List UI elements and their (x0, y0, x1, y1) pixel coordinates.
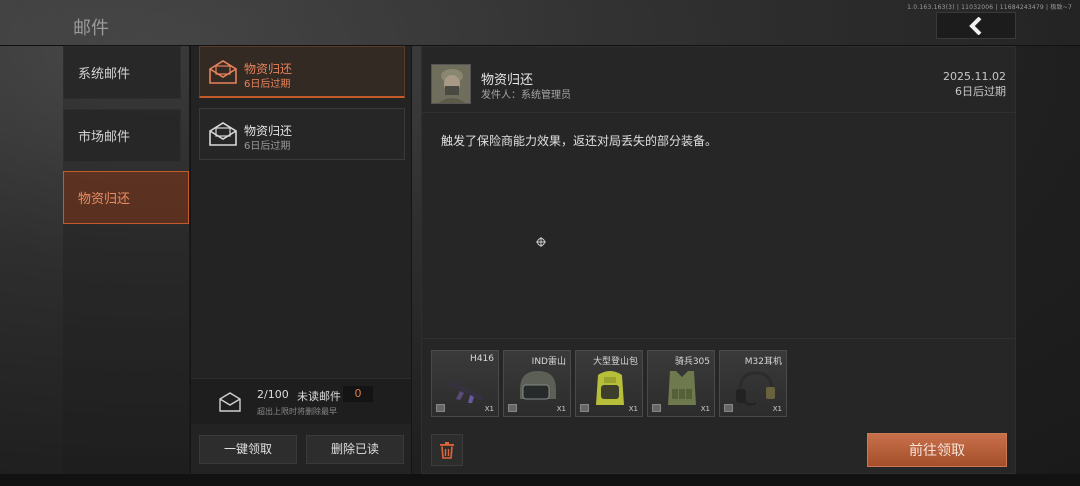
go-claim-button[interactable]: 前往领取 (867, 433, 1007, 467)
trash-icon (440, 442, 454, 459)
mail-expire-detail: 6日后过期 (955, 85, 1006, 98)
mail-date: 2025.11.02 (943, 70, 1006, 83)
chevron-left-icon (969, 16, 982, 35)
back-button[interactable] (936, 12, 1016, 39)
sender-avatar (431, 64, 471, 104)
item-tag-icon (724, 404, 733, 412)
delete-mail-button[interactable] (431, 434, 463, 466)
backpack-icon (596, 371, 624, 405)
rifle-icon (448, 381, 484, 403)
category-supply-return[interactable]: 物资归还 (63, 171, 189, 224)
item-quantity: X1 (700, 405, 710, 413)
envelope-icon (219, 392, 241, 412)
item-quantity: X1 (484, 405, 494, 413)
item-tag-icon (436, 404, 445, 412)
item-tag-icon (652, 404, 661, 412)
mail-detail-header: 物资归还 发件人：系统管理员 2025.11.02 6日后过期 (422, 47, 1015, 113)
envelope-open-icon (209, 122, 237, 146)
mail-sender: 发件人：系统管理员 (481, 90, 571, 101)
top-bar: 邮件 1.0.163.163(3) | 11032006 | 116842434… (0, 0, 1080, 46)
item-quantity: X1 (628, 405, 638, 413)
attachment-item[interactable]: M32耳机 X1 (719, 350, 787, 417)
mail-list-item[interactable]: 物资归还 6日后过期 (199, 46, 405, 98)
unread-count-badge: 0 (343, 386, 373, 402)
category-label: 市场邮件 (78, 130, 131, 145)
page-title: 邮件 (73, 18, 109, 39)
headset-icon (736, 371, 775, 406)
category-market-mail[interactable]: 市场邮件 (63, 109, 181, 162)
item-name: H416 (470, 354, 494, 364)
category-label: 物资归还 (78, 192, 131, 207)
mail-body: 触发了保险商能力效果，返还对局丢失的部分装备。 (441, 134, 718, 148)
attachment-item[interactable]: 骑兵305 X1 (647, 350, 715, 417)
soldier-portrait-icon (432, 65, 470, 103)
attachment-items: H416 X1 IND雷山 X1 大型登山包 X1 骑兵305 X1 M32耳机… (422, 338, 1015, 420)
item-tag-icon (508, 404, 517, 412)
delete-read-button[interactable]: 删除已读 (306, 435, 404, 464)
mail-detail-footer: 前往领取 (422, 420, 1015, 473)
item-quantity: X1 (556, 405, 566, 413)
category-panel: 系统邮件 市场邮件 物资归还 (63, 46, 190, 474)
capacity-hint: 超出上限时将删除最早 (257, 407, 337, 416)
mail-expire: 6日后过期 (244, 141, 291, 152)
category-label: 系统邮件 (78, 67, 131, 82)
armor-vest-icon (668, 371, 696, 405)
attachment-item[interactable]: 大型登山包 X1 (575, 350, 643, 417)
mail-count: 2/100 (257, 388, 289, 401)
helmet-icon (520, 371, 556, 400)
mail-list-panel: 物资归还 6日后过期 物资归还 6日后过期 2/100 未读邮件 0 超出上限时… (190, 46, 412, 474)
mail-counter: 2/100 未读邮件 0 超出上限时将删除最早 (191, 378, 411, 424)
claim-all-button[interactable]: 一键领取 (199, 435, 297, 464)
unread-label: 未读邮件 (297, 390, 341, 403)
attachment-item[interactable]: IND雷山 X1 (503, 350, 571, 417)
bottom-strip (0, 474, 1080, 486)
attachment-item[interactable]: H416 X1 (431, 350, 499, 417)
version-label: 1.0.163.163(3) | 11032006 | 11684243479 … (907, 4, 1072, 11)
item-tag-icon (580, 404, 589, 412)
mail-detail-panel: 物资归还 发件人：系统管理员 2025.11.02 6日后过期 触发了保险商能力… (421, 46, 1016, 474)
category-system-mail[interactable]: 系统邮件 (63, 46, 181, 99)
envelope-open-icon (209, 60, 237, 84)
item-quantity: X1 (772, 405, 782, 413)
mail-list-item[interactable]: 物资归还 6日后过期 (199, 108, 405, 160)
mail-expire: 6日后过期 (244, 79, 291, 90)
crosshair-icon (536, 237, 546, 247)
